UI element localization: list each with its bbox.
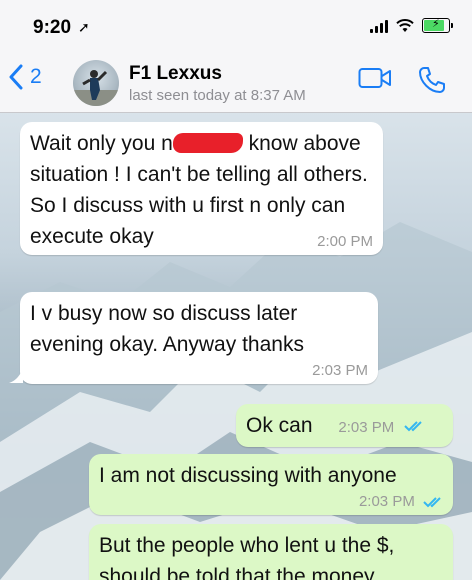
message-bubble[interactable]: But the people who lent u the $, should … [89,524,453,580]
redaction-mark [172,133,243,153]
message-text: Wait only you n [30,132,173,155]
top-bar: 9:20 ➚ ⚡ 2 F1 Lexxus last seen today at … [0,0,472,113]
status-indicators: ⚡ [370,18,453,33]
message-bubble[interactable]: Wait only you n know above situation ! I… [20,122,383,255]
battery-icon: ⚡ [422,18,453,33]
last-seen-status: last seen today at 8:37 AM [129,87,306,104]
avatar[interactable] [73,60,119,106]
message-time-row: 2:03 PM [99,493,443,511]
status-time: 9:20 [33,17,72,38]
double-check-read-icon [423,497,441,508]
phone-icon [419,67,445,93]
chat-area[interactable]: Wait only you n know above situation ! I… [0,112,472,580]
contact-name[interactable]: F1 Lexxus [129,63,222,85]
message-text: I am not discussing with anyone [99,464,397,487]
message-text: Ok can [246,414,313,437]
message-time: 2:03 PM [338,419,395,436]
message-time: 2:03 PM [358,493,415,510]
message-bubble[interactable]: I v busy now so discuss later evening ok… [20,292,378,384]
message-text: I v busy now so discuss later evening ok… [30,302,304,356]
message-bubble[interactable]: Ok can 2:03 PM [236,404,453,447]
message-text: But the people who lent u the $, should … [99,534,395,580]
message-time: 2:03 PM [312,362,368,379]
back-unread-count: 2 [30,65,42,88]
double-check-read-icon [404,421,422,432]
chevron-left-icon [9,64,23,90]
video-call-button[interactable] [358,66,392,95]
cellular-signal-icon [370,19,388,33]
video-camera-icon [358,68,391,88]
message-bubble[interactable]: I am not discussing with anyone 2:03 PM [89,454,453,515]
location-arrow-icon: ➚ [78,19,90,35]
bubble-tail [9,369,23,383]
back-button[interactable]: 2 [8,64,42,90]
wifi-icon [396,18,414,32]
voice-call-button[interactable] [418,66,446,99]
